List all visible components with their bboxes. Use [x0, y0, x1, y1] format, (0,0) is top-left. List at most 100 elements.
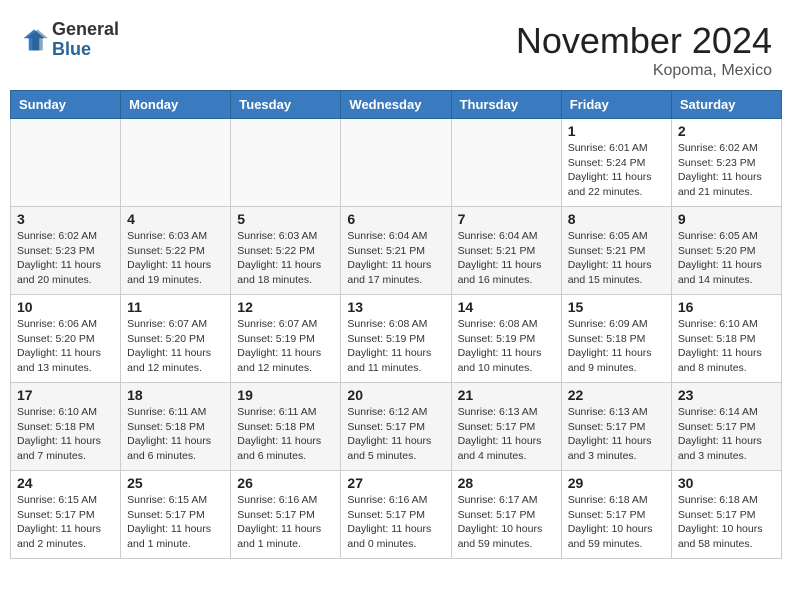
day-number: 7 — [458, 211, 555, 227]
day-cell-29: 29Sunrise: 6:18 AM Sunset: 5:17 PM Dayli… — [561, 471, 671, 559]
day-info: Sunrise: 6:04 AM Sunset: 5:21 PM Dayligh… — [458, 229, 555, 288]
day-number: 25 — [127, 475, 224, 491]
empty-cell — [231, 119, 341, 207]
day-info: Sunrise: 6:17 AM Sunset: 5:17 PM Dayligh… — [458, 493, 555, 552]
day-info: Sunrise: 6:15 AM Sunset: 5:17 PM Dayligh… — [127, 493, 224, 552]
day-cell-21: 21Sunrise: 6:13 AM Sunset: 5:17 PM Dayli… — [451, 383, 561, 471]
day-info: Sunrise: 6:08 AM Sunset: 5:19 PM Dayligh… — [458, 317, 555, 376]
day-cell-8: 8 Sunrise: 6:05 AM Sunset: 5:21 PM Daylig… — [561, 207, 671, 295]
day-number: 22 — [568, 387, 665, 403]
day-number: 16 — [678, 299, 775, 315]
day-number: 24 — [17, 475, 114, 491]
day-info: Sunrise: 6:15 AM Sunset: 5:17 PM Dayligh… — [17, 493, 114, 552]
day-number: 4 — [127, 211, 224, 227]
day-cell-19: 19 Sunrise: 6:11 AM Sunset: 5:18 PM Dayli… — [231, 383, 341, 471]
week-row-5: 24 Sunrise: 6:15 AM Sunset: 5:17 PM Dayli… — [11, 471, 782, 559]
weekday-header-tuesday: Tuesday — [231, 91, 341, 119]
day-info: Sunrise: 6:07 AM Sunset: 5:19 PM Dayligh… — [237, 317, 334, 376]
day-number: 2 — [678, 123, 775, 139]
day-number: 9 — [678, 211, 775, 227]
day-info: Sunrise: 6:05 AM Sunset: 5:21 PM Dayligh… — [568, 229, 665, 288]
day-info: Sunrise: 6:10 AM Sunset: 5:18 PM Dayligh… — [678, 317, 775, 376]
day-info: Sunrise: 6:02 AM Sunset: 5:23 PM Dayligh… — [17, 229, 114, 288]
weekday-header-monday: Monday — [121, 91, 231, 119]
day-number: 12 — [237, 299, 334, 315]
week-row-3: 10Sunrise: 6:06 AM Sunset: 5:20 PM Dayli… — [11, 295, 782, 383]
title-block: November 2024 Kopoma, Mexico — [516, 20, 772, 80]
day-number: 21 — [458, 387, 555, 403]
day-info: Sunrise: 6:07 AM Sunset: 5:20 PM Dayligh… — [127, 317, 224, 376]
empty-cell — [341, 119, 451, 207]
day-number: 5 — [237, 211, 334, 227]
day-info: Sunrise: 6:11 AM Sunset: 5:18 PM Dayligh… — [127, 405, 224, 464]
empty-cell — [121, 119, 231, 207]
day-info: Sunrise: 6:13 AM Sunset: 5:17 PM Dayligh… — [568, 405, 665, 464]
day-cell-5: 5 Sunrise: 6:03 AM Sunset: 5:22 PM Daylig… — [231, 207, 341, 295]
day-number: 18 — [127, 387, 224, 403]
day-number: 27 — [347, 475, 444, 491]
day-cell-26: 26 Sunrise: 6:16 AM Sunset: 5:17 PM Dayli… — [231, 471, 341, 559]
day-cell-18: 18 Sunrise: 6:11 AM Sunset: 5:18 PM Dayli… — [121, 383, 231, 471]
day-number: 8 — [568, 211, 665, 227]
day-info: Sunrise: 6:16 AM Sunset: 5:17 PM Dayligh… — [237, 493, 334, 552]
weekday-header-friday: Friday — [561, 91, 671, 119]
weekday-header-thursday: Thursday — [451, 91, 561, 119]
weekday-header-wednesday: Wednesday — [341, 91, 451, 119]
day-info: Sunrise: 6:09 AM Sunset: 5:18 PM Dayligh… — [568, 317, 665, 376]
day-cell-23: 23Sunrise: 6:14 AM Sunset: 5:17 PM Dayli… — [671, 383, 781, 471]
day-cell-14: 14 Sunrise: 6:08 AM Sunset: 5:19 PM Dayli… — [451, 295, 561, 383]
logo-icon — [20, 26, 48, 54]
day-cell-25: 25 Sunrise: 6:15 AM Sunset: 5:17 PM Dayli… — [121, 471, 231, 559]
day-info: Sunrise: 6:18 AM Sunset: 5:17 PM Dayligh… — [678, 493, 775, 552]
day-cell-2: 2Sunrise: 6:02 AM Sunset: 5:23 PM Daylig… — [671, 119, 781, 207]
day-number: 1 — [568, 123, 665, 139]
day-info: Sunrise: 6:14 AM Sunset: 5:17 PM Dayligh… — [678, 405, 775, 464]
day-number: 19 — [237, 387, 334, 403]
day-cell-4: 4Sunrise: 6:03 AM Sunset: 5:22 PM Daylig… — [121, 207, 231, 295]
logo: General Blue — [20, 20, 119, 60]
day-info: Sunrise: 6:11 AM Sunset: 5:18 PM Dayligh… — [237, 405, 334, 464]
day-cell-17: 17 Sunrise: 6:10 AM Sunset: 5:18 PM Dayli… — [11, 383, 121, 471]
day-cell-20: 20 Sunrise: 6:12 AM Sunset: 5:17 PM Dayli… — [341, 383, 451, 471]
day-cell-6: 6 Sunrise: 6:04 AM Sunset: 5:21 PM Daylig… — [341, 207, 451, 295]
location: Kopoma, Mexico — [516, 62, 772, 80]
day-cell-9: 9Sunrise: 6:05 AM Sunset: 5:20 PM Daylig… — [671, 207, 781, 295]
day-cell-1: 1 Sunrise: 6:01 AM Sunset: 5:24 PM Daylig… — [561, 119, 671, 207]
day-number: 3 — [17, 211, 114, 227]
day-cell-27: 27 Sunrise: 6:16 AM Sunset: 5:17 PM Dayli… — [341, 471, 451, 559]
day-number: 17 — [17, 387, 114, 403]
week-row-2: 3 Sunrise: 6:02 AM Sunset: 5:23 PM Daylig… — [11, 207, 782, 295]
month-title: November 2024 — [516, 20, 772, 62]
week-row-1: 1 Sunrise: 6:01 AM Sunset: 5:24 PM Daylig… — [11, 119, 782, 207]
day-info: Sunrise: 6:04 AM Sunset: 5:21 PM Dayligh… — [347, 229, 444, 288]
day-cell-15: 15 Sunrise: 6:09 AM Sunset: 5:18 PM Dayli… — [561, 295, 671, 383]
day-info: Sunrise: 6:10 AM Sunset: 5:18 PM Dayligh… — [17, 405, 114, 464]
weekday-header-sunday: Sunday — [11, 91, 121, 119]
day-number: 30 — [678, 475, 775, 491]
week-row-4: 17 Sunrise: 6:10 AM Sunset: 5:18 PM Dayli… — [11, 383, 782, 471]
day-info: Sunrise: 6:01 AM Sunset: 5:24 PM Dayligh… — [568, 141, 665, 200]
day-cell-28: 28 Sunrise: 6:17 AM Sunset: 5:17 PM Dayli… — [451, 471, 561, 559]
day-number: 20 — [347, 387, 444, 403]
day-number: 14 — [458, 299, 555, 315]
day-number: 28 — [458, 475, 555, 491]
day-number: 26 — [237, 475, 334, 491]
logo-blue: Blue — [52, 39, 91, 59]
day-info: Sunrise: 6:06 AM Sunset: 5:20 PM Dayligh… — [17, 317, 114, 376]
day-cell-7: 7 Sunrise: 6:04 AM Sunset: 5:21 PM Daylig… — [451, 207, 561, 295]
day-cell-11: 11 Sunrise: 6:07 AM Sunset: 5:20 PM Dayli… — [121, 295, 231, 383]
day-number: 13 — [347, 299, 444, 315]
day-info: Sunrise: 6:12 AM Sunset: 5:17 PM Dayligh… — [347, 405, 444, 464]
day-info: Sunrise: 6:16 AM Sunset: 5:17 PM Dayligh… — [347, 493, 444, 552]
day-number: 6 — [347, 211, 444, 227]
empty-cell — [451, 119, 561, 207]
day-number: 11 — [127, 299, 224, 315]
day-cell-13: 13Sunrise: 6:08 AM Sunset: 5:19 PM Dayli… — [341, 295, 451, 383]
day-number: 15 — [568, 299, 665, 315]
logo-general: General — [52, 19, 119, 39]
day-info: Sunrise: 6:18 AM Sunset: 5:17 PM Dayligh… — [568, 493, 665, 552]
day-cell-3: 3 Sunrise: 6:02 AM Sunset: 5:23 PM Daylig… — [11, 207, 121, 295]
day-info: Sunrise: 6:03 AM Sunset: 5:22 PM Dayligh… — [237, 229, 334, 288]
day-cell-16: 16 Sunrise: 6:10 AM Sunset: 5:18 PM Dayli… — [671, 295, 781, 383]
day-cell-10: 10Sunrise: 6:06 AM Sunset: 5:20 PM Dayli… — [11, 295, 121, 383]
